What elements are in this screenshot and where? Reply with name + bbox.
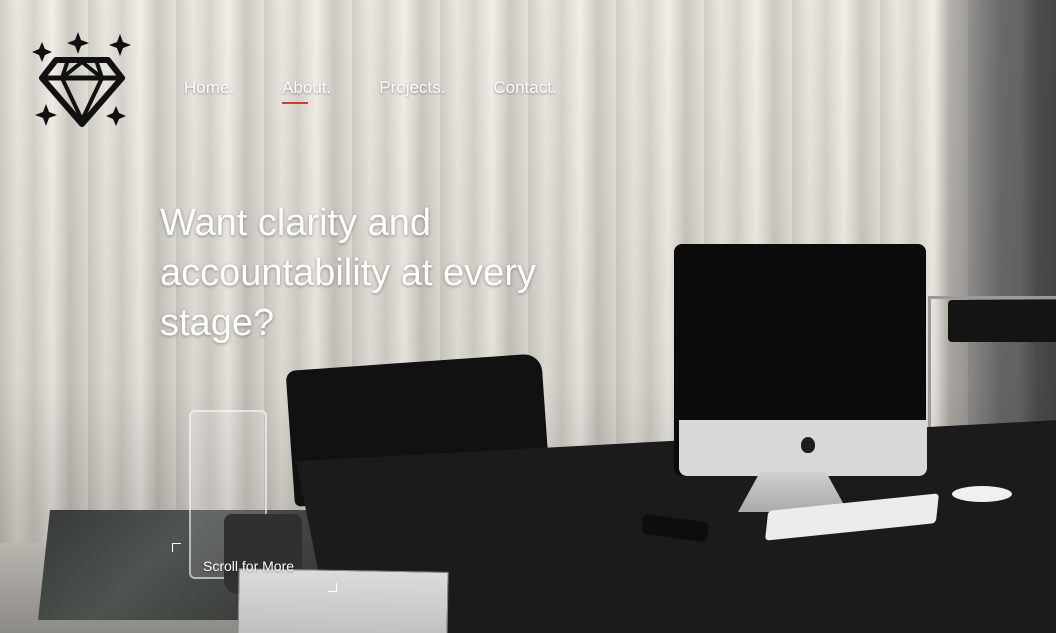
corner-bracket-icon <box>328 583 337 592</box>
background-mouse <box>952 486 1012 502</box>
nav-about[interactable]: About. <box>282 78 331 104</box>
site-logo[interactable] <box>32 32 132 128</box>
background-printer <box>948 300 1056 342</box>
scroll-for-more-button[interactable]: Scroll for More <box>172 543 337 593</box>
apple-logo-icon <box>801 437 815 453</box>
nav-contact[interactable]: Contact. <box>493 78 556 98</box>
nav-home[interactable]: Home. <box>184 78 234 98</box>
hero-headline-line-2: accountability at every <box>160 252 536 294</box>
corner-bracket-icon <box>172 543 181 552</box>
diamond-sparkle-icon <box>32 32 131 127</box>
hero-section: Home. About. Projects. Contact. Want cla… <box>0 0 1056 633</box>
nav-projects[interactable]: Projects. <box>379 78 445 98</box>
hero-headline-line-3: stage? <box>160 302 275 344</box>
main-nav: Home. About. Projects. Contact. <box>184 78 605 104</box>
hero-headline-line-1: Want clarity and <box>160 202 432 244</box>
hero-headline: Want clarity and accountability at every… <box>160 198 620 348</box>
scroll-label: Scroll for More <box>203 558 295 574</box>
